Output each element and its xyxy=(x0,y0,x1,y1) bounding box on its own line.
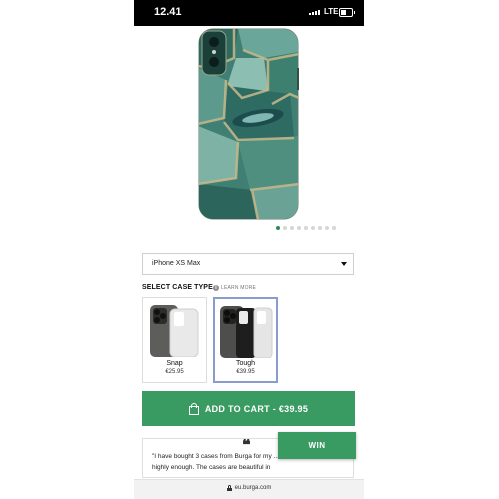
carousel-dot[interactable] xyxy=(304,226,308,230)
case-price: €25.95 xyxy=(165,369,184,375)
url-text: eu.burga.com xyxy=(234,485,272,491)
win-button[interactable]: WIN xyxy=(278,432,356,459)
status-bar: 12.41 LTE xyxy=(134,0,364,26)
case-name: Tough xyxy=(235,360,256,367)
signal-icon xyxy=(309,10,320,15)
carousel-dots xyxy=(276,226,336,230)
shopping-bag-icon xyxy=(188,402,199,415)
learn-more-link[interactable]: i LEARN MORE xyxy=(213,285,256,291)
url-bar[interactable]: eu.burga.com xyxy=(134,479,364,499)
carousel-dot[interactable] xyxy=(290,226,294,230)
add-to-cart-label: ADD TO CART - €39.95 xyxy=(204,403,309,414)
case-name: Snap xyxy=(166,360,183,367)
case-price: €39.95 xyxy=(236,369,255,375)
carousel-dot[interactable] xyxy=(332,226,336,230)
case-option-snap[interactable]: Snap €25.95 xyxy=(142,297,207,383)
info-icon: i xyxy=(213,285,219,291)
battery-icon xyxy=(339,8,355,17)
status-time: 12.41 xyxy=(154,6,182,18)
carousel-dot[interactable] xyxy=(311,226,315,230)
left-margin xyxy=(0,0,134,499)
carousel-dot[interactable] xyxy=(318,226,322,230)
model-select[interactable]: iPhone XS Max xyxy=(142,253,354,275)
case-option-tough[interactable]: Tough €39.95 xyxy=(213,297,278,383)
right-margin xyxy=(364,0,499,499)
product-image[interactable] xyxy=(198,28,299,220)
carousel-dot[interactable] xyxy=(325,226,329,230)
carousel-dot[interactable] xyxy=(283,226,287,230)
add-to-cart-button[interactable]: ADD TO CART - €39.95 xyxy=(142,391,355,426)
model-select-value: iPhone XS Max xyxy=(152,260,201,267)
learn-more-label: LEARN MORE xyxy=(221,285,257,291)
phone-screen: 12.41 LTE iPhone XS Max SELECT CASE TYPE… xyxy=(134,0,364,499)
case-type-heading: SELECT CASE TYPE xyxy=(142,284,213,291)
tough-case-image xyxy=(220,306,273,358)
network-type: LTE xyxy=(324,7,339,16)
snap-case-image xyxy=(150,305,199,357)
caret-down-icon xyxy=(341,262,347,266)
lock-icon xyxy=(226,485,232,491)
carousel-dot[interactable] xyxy=(297,226,301,230)
carousel-dot[interactable] xyxy=(276,226,280,230)
